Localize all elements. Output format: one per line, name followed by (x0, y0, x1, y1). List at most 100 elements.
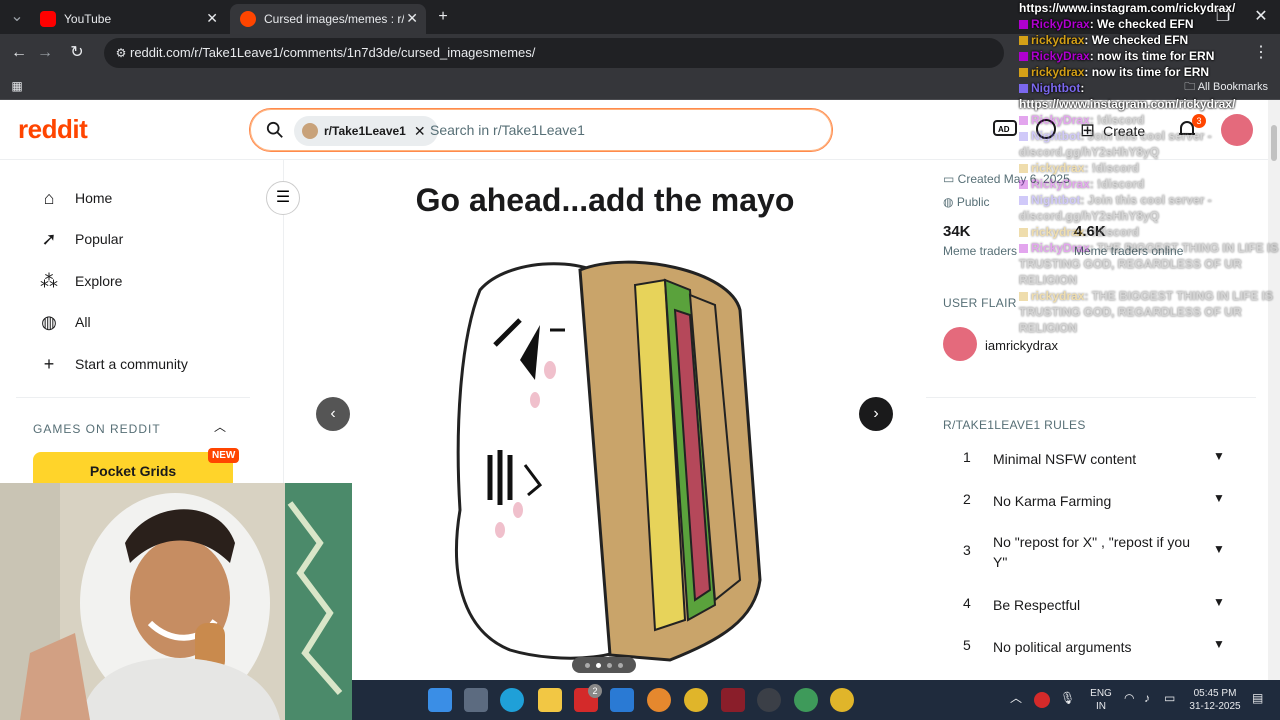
clock[interactable]: 05:45 PM 31-12-2025 (1184, 687, 1246, 713)
file-explorer-icon[interactable] (538, 688, 562, 712)
rule-item[interactable]: 3 No "repost for X" , "repost if you Y" … (963, 532, 1233, 572)
webcam-feed (0, 483, 352, 720)
chat-text: : !discord (1089, 113, 1145, 127)
rule-text: No Karma Farming (993, 493, 1112, 509)
webcam-overlay (0, 483, 352, 720)
sidebar-item-label: All (75, 314, 91, 330)
close-window-icon[interactable]: ✕ (1250, 6, 1272, 28)
rule-item[interactable]: 1 Minimal NSFW content ▼ (963, 449, 1233, 469)
chevron-down-icon: ▼ (1213, 595, 1225, 609)
sidebar-item-popular[interactable]: ➚ Popular (38, 227, 123, 251)
chrome-profile-icon[interactable] (830, 688, 854, 712)
microphone-icon[interactable]: 🎙 (1060, 692, 1075, 705)
chip-label: r/Take1Leave1 (324, 124, 406, 138)
chrome-canary-icon[interactable] (794, 688, 818, 712)
rule-number: 3 (963, 542, 971, 558)
page-scrollbar[interactable] (1268, 100, 1280, 680)
menu-dots-icon[interactable]: ⋮ (1250, 42, 1272, 64)
search-icon (266, 121, 283, 138)
carousel-dot[interactable] (607, 662, 612, 668)
edge-icon[interactable] (500, 688, 524, 712)
scrollbar-thumb[interactable] (1271, 125, 1277, 161)
reddit-logo[interactable]: reddit (18, 114, 88, 145)
explore-icon: ⁂ (40, 271, 58, 291)
chevron-down-icon: ▼ (1213, 542, 1225, 556)
subreddit-search-chip[interactable]: r/Take1Leave1 ✕ (294, 116, 438, 146)
site-info-icon[interactable]: ⚙ (110, 42, 132, 64)
sidebar-item-all[interactable]: ◍ All (38, 310, 91, 334)
close-tab-icon[interactable]: ✕ (206, 10, 218, 27)
chat-text: TRUSTING GOD, REGARDLESS OF UR (1019, 305, 1242, 319)
tab-reddit[interactable]: Cursed images/memes : r/Take1 ✕ (230, 4, 426, 34)
chat-text: : !discord (1089, 177, 1145, 191)
chat-message: RickyDrax: !discord (1019, 176, 1144, 192)
sidebar-item-explore[interactable]: ⁂ Explore (38, 269, 122, 293)
brave-icon[interactable] (647, 688, 671, 712)
chat-text: https://www.instagram.com/rickydrax/ (1019, 1, 1236, 15)
members-label: Meme traders (943, 244, 1018, 258)
chat-username: Nightbot (1031, 81, 1081, 95)
chat-text: : We checked EFN (1084, 33, 1189, 47)
language-indicator[interactable]: ENG IN (1088, 687, 1114, 713)
rule-item[interactable]: 5 No political arguments ▼ (963, 637, 1233, 657)
advertise-icon[interactable]: AD (993, 118, 1017, 143)
flair-avatar (943, 327, 977, 361)
rule-number: 5 (963, 637, 971, 653)
volume-icon[interactable]: ♪ (1144, 692, 1150, 705)
chevron-up-icon[interactable]: ︿ (214, 418, 226, 435)
carousel-prev-button[interactable]: ‹ (316, 397, 350, 431)
tab-search-icon[interactable]: ⌄ (6, 6, 28, 28)
popular-icon: ➚ (41, 229, 57, 249)
flair-username[interactable]: iamrickydrax (985, 338, 1058, 353)
chat-text: https://www.instagram.com/rickydrax/ (1019, 97, 1236, 111)
collapse-sidebar-button[interactable]: ☰ (266, 181, 300, 215)
wifi-icon[interactable]: ◠ (1124, 692, 1134, 705)
chrome-icon[interactable] (684, 688, 708, 712)
close-tab-icon[interactable]: ✕ (406, 10, 418, 27)
rule-item[interactable]: 4 Be Respectful ▼ (963, 595, 1233, 615)
chat-badge-icon (1019, 164, 1028, 174)
sidebar-item-home[interactable]: ⌂ Home (38, 186, 113, 210)
rule-text: Minimal NSFW content (993, 451, 1137, 467)
chat-text: : THE BIGGEST THING IN LIFE IS (1089, 241, 1279, 255)
forward-icon[interactable]: → (34, 42, 56, 64)
tray-app-icon[interactable] (1034, 692, 1050, 708)
new-tab-icon[interactable]: + (432, 6, 454, 28)
user-avatar[interactable] (1221, 114, 1253, 146)
windows-start-icon[interactable] (428, 688, 452, 712)
all-bookmarks[interactable]: 🗀 All Bookmarks (1184, 78, 1268, 97)
remove-chip-icon[interactable]: ✕ (414, 123, 426, 140)
sidebar-item-start-community[interactable]: + Start a community (38, 352, 188, 376)
rule-item[interactable]: 2 No Karma Farming ▼ (963, 491, 1233, 511)
chat-badge-icon (1019, 52, 1028, 62)
games-heading: GAMES ON REDDIT (33, 422, 161, 436)
all-icon: ◍ (41, 312, 57, 332)
battery-icon[interactable]: ▭ (1164, 692, 1175, 705)
chat-text: : !discord (1084, 225, 1140, 239)
carousel-dot[interactable] (585, 662, 590, 668)
vscode-icon[interactable] (610, 688, 634, 712)
carousel-dot-active[interactable] (596, 662, 601, 668)
tab-youtube[interactable]: YouTube ✕ (30, 4, 226, 34)
task-view-icon[interactable] (464, 688, 488, 712)
rules-heading: R/TAKE1LEAVE1 RULES (943, 418, 1086, 432)
davinci-icon[interactable] (721, 688, 745, 712)
carousel-next-button[interactable]: › (859, 397, 893, 431)
carousel-dot[interactable] (618, 662, 623, 668)
reload-icon[interactable]: ↻ (66, 42, 88, 64)
apps-icon[interactable]: ▦ (6, 75, 28, 97)
chat-text: : !discord (1084, 161, 1140, 175)
url-field[interactable]: reddit.com/r/Take1Leave1/comments/1n7d3d… (104, 38, 1004, 68)
obs-icon[interactable] (757, 688, 781, 712)
chat-badge-icon (1019, 36, 1028, 46)
chat-message: RickyDrax: !discord (1019, 112, 1144, 128)
back-icon[interactable]: ← (8, 42, 30, 64)
chat-message: rickydrax: now its time for ERN (1019, 64, 1209, 80)
chat-text: RELIGION (1019, 321, 1078, 335)
chevron-down-icon: ▼ (1213, 449, 1225, 463)
search-bar[interactable]: r/Take1Leave1 ✕ Search in r/Take1Leave1 (249, 108, 833, 152)
chat-message: TRUSTING GOD, REGARDLESS OF UR (1019, 256, 1242, 272)
chat-text: : Join this cool server - (1080, 193, 1212, 207)
tray-chevron-icon[interactable]: ︿ (1010, 692, 1022, 705)
notification-center-icon[interactable]: ▤ (1252, 692, 1263, 705)
